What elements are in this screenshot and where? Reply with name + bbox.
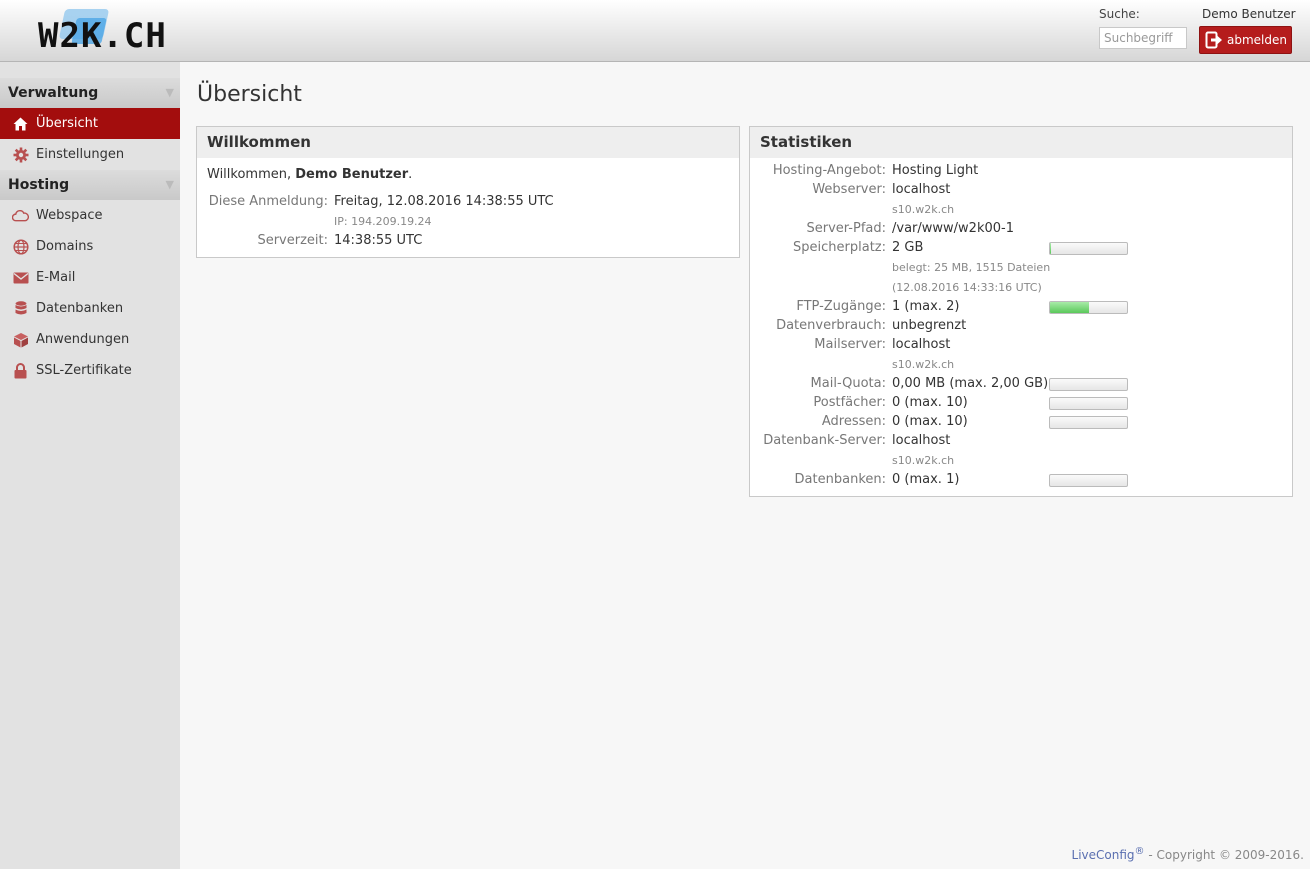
database-icon [12,300,29,317]
servertime-label: Serverzeit: [257,233,328,248]
sidebar-section-label: Hosting [8,177,70,193]
welcome-panel-title: Willkommen [197,127,739,158]
stat-value: unbegrenzt [892,318,967,333]
usage-bar-fill [1050,302,1089,313]
stat-value: Hosting Light [892,163,979,178]
stat-value: 0,00 MB (max. 2,00 GB) [892,376,1049,391]
stat-key: Adressen: [821,414,886,429]
envelope-icon [12,269,29,286]
stat-value: 1 (max. 2) [892,299,960,314]
stat-key: Postfächer: [813,395,886,410]
stat-value: localhost [892,337,951,352]
stat-key: Hosting-Angebot: [772,163,886,178]
sidebar-item-einstellungen[interactable]: Einstellungen [0,139,180,170]
stat-key: Webserver: [812,182,886,197]
sidebar-item-anwendungen[interactable]: Anwendungen [0,324,180,355]
logo-text: W2K.CH [38,16,167,56]
sidebar-item-ssl-zertifikate[interactable]: SSL-Zertifikate [0,355,180,386]
footer-copyright: - Copyright © 2009-2016. [1144,848,1304,862]
login-label: Diese Anmeldung: [208,194,328,209]
gear-icon [12,146,29,163]
stat-value: 0 (max. 10) [892,395,968,410]
greeting-prefix: Willkommen, [207,167,292,182]
stat-value: 0 (max. 1) [892,472,960,487]
stat-key: Datenverbrauch: [776,318,886,333]
usage-bar [1049,301,1128,314]
stat-key: Mail-Quota: [810,376,886,391]
stat-key: Datenbank-Server: [763,433,886,448]
login-label-wrap: Diese Anmeldung: [197,194,328,212]
stat-value: 0 (max. 10) [892,414,968,429]
usage-bar [1049,242,1128,255]
footer-brand-link[interactable]: LiveConfig® [1071,846,1145,862]
stat-value: 2 GB [892,240,924,255]
statistics-panel: Statistiken Hosting-Angebot: Hosting Lig… [749,126,1293,497]
stat-value: localhost [892,433,951,448]
user-name: Demo Benutzer [1202,7,1296,21]
sidebar-section-hosting[interactable]: Hosting ▼ [0,170,180,200]
sidebar-item-label: SSL-Zertifikate [36,363,132,378]
usage-bar-fill [1050,243,1051,254]
package-icon [12,331,29,348]
sidebar-item-uebersicht[interactable]: Übersicht [0,108,180,139]
logout-button[interactable]: abmelden [1199,26,1292,54]
logout-label: abmelden [1227,33,1287,47]
greeting-suffix: . [408,167,413,182]
collapse-arrow-icon: ▼ [165,178,174,191]
logout-icon [1205,31,1223,49]
usage-bar [1049,474,1128,487]
login-value: Freitag, 12.08.2016 14:38:55 UTC [334,194,554,209]
collapse-arrow-icon: ▼ [165,86,174,99]
sidebar-item-datenbanken[interactable]: Datenbanken [0,293,180,324]
stat-sub: belegt: 25 MB, 1515 Dateien [892,261,1051,274]
footer-brand: LiveConfig [1071,848,1135,862]
search-input[interactable] [1099,27,1187,49]
servertime-value: 14:38:55 UTC [334,233,423,248]
page-title: Übersicht [197,82,302,107]
main-content: Übersicht Willkommen Willkommen, Demo Be… [180,62,1310,869]
sidebar-item-label: Anwendungen [36,332,130,347]
search-label: Suche: [1099,7,1140,21]
stat-sub: s10.w2k.ch [892,358,955,371]
sidebar-section-label: Verwaltung [8,85,99,101]
sidebar-item-label: Webspace [36,208,103,223]
stat-key: FTP-Zugänge: [796,299,886,314]
top-header: W2K.CH Suche: Demo Benutzer abmelden [0,0,1310,62]
cloud-icon [12,207,29,224]
lock-icon [12,362,29,379]
greeting-name: Demo Benutzer [295,167,409,182]
sidebar: Verwaltung ▼ Übersicht Einstellungen Hos… [0,62,180,869]
stat-sub: (12.08.2016 14:33:16 UTC) [892,281,1042,294]
stat-sub: s10.w2k.ch [892,203,955,216]
stat-key: Datenbanken: [794,472,886,487]
sidebar-item-label: Domains [36,239,94,254]
statistics-panel-title: Statistiken [750,127,1292,158]
servertime-label-wrap: Serverzeit: [197,233,328,251]
sidebar-item-label: E-Mail [36,270,76,285]
welcome-panel: Willkommen Willkommen, Demo Benutzer. Di… [196,126,740,258]
logo[interactable]: W2K.CH [36,6,236,56]
welcome-greeting: Willkommen, Demo Benutzer. [207,167,412,182]
usage-bar [1049,416,1128,429]
stat-key: Mailserver: [814,337,886,352]
stat-value: localhost [892,182,951,197]
stat-key: Server-Pfad: [806,221,886,236]
usage-bar [1049,378,1128,391]
sidebar-item-label: Datenbanken [36,301,124,316]
stat-value: /var/www/w2k00-1 [892,221,1014,236]
login-ip: IP: 194.209.19.24 [334,215,432,228]
footer-brand-mark: ® [1134,846,1145,857]
home-icon [12,115,29,132]
usage-bar [1049,397,1128,410]
globe-icon [12,238,29,255]
sidebar-item-label: Einstellungen [36,147,125,162]
sidebar-section-verwaltung[interactable]: Verwaltung ▼ [0,78,180,108]
stat-sub: s10.w2k.ch [892,454,955,467]
sidebar-item-webspace[interactable]: Webspace [0,200,180,231]
sidebar-item-email[interactable]: E-Mail [0,262,180,293]
sidebar-item-label: Übersicht [36,116,98,131]
footer: LiveConfig® - Copyright © 2009-2016. [1072,846,1304,862]
sidebar-item-domains[interactable]: Domains [0,231,180,262]
stat-key: Speicherplatz: [793,240,886,255]
